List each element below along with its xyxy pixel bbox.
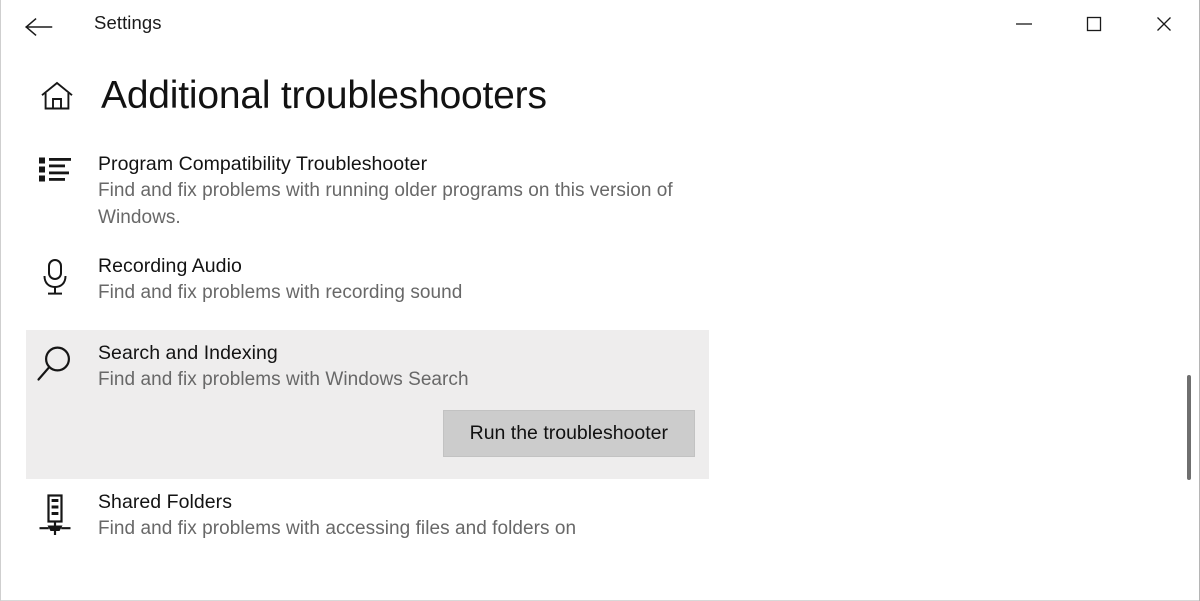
list-item-title: Recording Audio <box>98 254 242 277</box>
list-item-text: Search and Indexing Find and fix problem… <box>79 341 698 394</box>
list-item-description: Find and fix problems with running older… <box>98 179 673 228</box>
bulleted-list-icon-glyph <box>39 157 71 182</box>
app-title: Settings <box>94 12 162 33</box>
list-item-title: Shared Folders <box>98 491 233 514</box>
page-title: Additional troubleshooters <box>101 74 547 117</box>
list-item-description: Find and fix problems with Windows Searc… <box>98 368 469 390</box>
list-item-title: Search and Indexing <box>98 341 278 364</box>
run-troubleshooter-button[interactable]: Run the troubleshooter <box>442 409 695 458</box>
list-item-selected[interactable]: Search and Indexing Find and fix problem… <box>26 329 709 480</box>
close-button[interactable] <box>1129 0 1199 47</box>
settings-content: Additional troubleshooters Program Compa… <box>1 54 1199 601</box>
close-icon <box>1157 16 1171 31</box>
list-item-title: Program Compatibility Troubleshooter <box>98 153 428 175</box>
list-item-text: Program Compatibility Troubleshooter Fin… <box>79 152 698 232</box>
action-row: Run the troubleshooter <box>26 394 709 479</box>
shared-folders-icon <box>31 490 79 543</box>
maximize-button[interactable] <box>1059 0 1129 47</box>
back-arrow-icon <box>25 17 53 37</box>
list-item-description: Find and fix problems with recording sou… <box>98 281 463 303</box>
list-item[interactable]: Recording Audio Find and fix problems wi… <box>1 238 1199 313</box>
shared-folders-icon-glyph <box>39 494 71 536</box>
list-item[interactable]: Program Compatibility Troubleshooter Fin… <box>1 145 1199 238</box>
troubleshooter-list: Program Compatibility Troubleshooter Fin… <box>1 145 1199 549</box>
home-icon-glyph <box>41 82 73 110</box>
back-button[interactable] <box>15 5 61 49</box>
home-icon[interactable] <box>31 79 83 113</box>
minimize-icon <box>1016 22 1032 25</box>
vertical-scrollbar[interactable] <box>1186 54 1192 601</box>
minimize-button[interactable] <box>989 0 1059 47</box>
microphone-icon-glyph <box>43 258 67 295</box>
list-item-text: Shared Folders Find and fix problems wit… <box>79 490 698 543</box>
window-controls <box>989 0 1199 47</box>
magnifier-icon <box>31 341 79 394</box>
list-item-text: Recording Audio Find and fix problems wi… <box>79 254 698 307</box>
title-bar: Settings <box>1 0 1199 54</box>
microphone-icon <box>31 254 79 307</box>
list-item[interactable]: Shared Folders Find and fix problems wit… <box>1 479 1199 549</box>
page-header: Additional troubleshooters <box>1 74 547 117</box>
maximize-icon <box>1086 16 1102 31</box>
settings-window: Settings Additional troubleshooters Prog… <box>0 0 1200 601</box>
bulleted-list-icon <box>31 152 79 232</box>
scrollbar-thumb[interactable] <box>1187 375 1191 480</box>
list-item-description: Find and fix problems with accessing fil… <box>98 518 577 540</box>
magnifier-icon-glyph <box>37 346 70 381</box>
